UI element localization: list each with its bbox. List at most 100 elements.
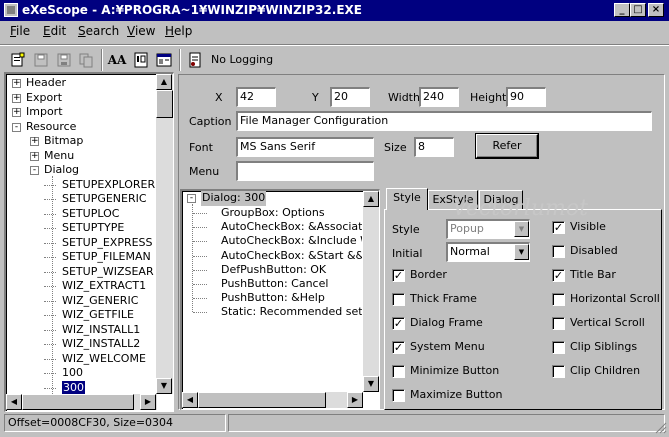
checkbox[interactable] [552, 293, 565, 306]
tree-scroll-right-button[interactable]: ▶ [140, 394, 156, 410]
controls-scroll-up-button[interactable]: ▲ [363, 191, 379, 207]
chevron-down-icon[interactable]: ▼ [514, 221, 529, 237]
tree-scroll-left-button[interactable]: ◀ [6, 394, 22, 410]
size-field[interactable]: 8 [414, 137, 454, 157]
menu-file[interactable]: File [10, 24, 30, 38]
checkbox-label[interactable]: Clip Children [570, 364, 640, 377]
checkbox[interactable] [552, 365, 565, 378]
resize-grip-icon[interactable] [655, 422, 667, 434]
title-bar[interactable]: eXeScope - A:¥PROGRA~1¥WINZIP¥WINZIP32.E… [0, 0, 669, 21]
control-item[interactable]: DefPushButton: OK [221, 263, 326, 278]
tree-item[interactable]: WIZ_GETFILE [62, 308, 134, 323]
menu-search[interactable]: Search [78, 24, 119, 38]
close-button[interactable]: × [648, 3, 664, 17]
checkbox[interactable] [392, 365, 405, 378]
checkbox-label[interactable]: Visible [570, 220, 606, 233]
controls-scroll-left-button[interactable]: ◀ [182, 392, 198, 408]
tree-item[interactable]: WIZ_INSTALL2 [62, 337, 140, 352]
checkbox-label[interactable]: Disabled [570, 244, 618, 257]
checkbox[interactable]: ✓ [392, 269, 405, 282]
control-item[interactable]: PushButton: Cancel [221, 277, 328, 292]
checkbox[interactable]: ✓ [552, 221, 565, 234]
tree-item[interactable]: SETUPGENERIC [62, 192, 147, 207]
tree-item[interactable]: WIZ_GENERIC [62, 294, 138, 309]
tree-item[interactable]: Dialog [44, 163, 79, 178]
tree-scroll-down-button[interactable]: ▼ [156, 378, 172, 394]
tree-expander[interactable]: + [30, 137, 39, 146]
tree-item[interactable]: WIZ_INSTALL1 [62, 323, 140, 338]
control-item[interactable]: PushButton: &Help [221, 291, 325, 306]
tree-item[interactable]: WIZ_EXTRACT1 [62, 279, 146, 294]
tree-expander[interactable]: + [12, 79, 21, 88]
tree-item[interactable]: 300 [62, 380, 85, 394]
tree-item[interactable]: SETUPLOC [62, 207, 119, 222]
x-field[interactable]: 42 [236, 87, 276, 107]
tree-item[interactable]: SETUP_EXPRESS [62, 236, 153, 251]
controls-vertical-scrollbar[interactable] [363, 191, 379, 392]
menu-help[interactable]: Help [165, 24, 192, 38]
menu-field[interactable] [236, 161, 374, 181]
tree-scroll-up-button[interactable]: ▲ [156, 74, 172, 90]
checkbox[interactable] [392, 389, 405, 402]
resource-view-icon[interactable] [154, 50, 174, 70]
checkbox[interactable]: ✓ [392, 341, 405, 354]
tree-expander[interactable]: - [12, 122, 21, 132]
controls-hscroll-thumb[interactable] [198, 392, 326, 408]
style-select[interactable]: Popup ▼ [446, 219, 530, 239]
app-icon[interactable] [4, 3, 18, 17]
checkbox-label[interactable]: Minimize Button [410, 364, 499, 377]
control-item[interactable]: AutoCheckBox: &Include WinZi [221, 234, 362, 249]
open-icon[interactable] [8, 50, 28, 70]
checkbox-label[interactable]: Border [410, 268, 447, 281]
save-as-icon[interactable] [54, 50, 74, 70]
checkbox-label[interactable]: Dialog Frame [410, 316, 483, 329]
copy-icon[interactable] [76, 50, 96, 70]
binary-view-icon[interactable] [131, 50, 151, 70]
tree-item[interactable]: Import [26, 105, 63, 120]
checkbox-label[interactable]: Clip Siblings [570, 340, 637, 353]
tree-expander[interactable]: - [30, 166, 39, 175]
control-item[interactable]: GroupBox: Options [221, 206, 325, 221]
tree-item[interactable]: SETUP_WIZSEAR [62, 265, 154, 280]
tree-expander[interactable]: + [12, 93, 21, 103]
tree-item[interactable]: SETUPEXPLORER [62, 178, 155, 193]
menu-view[interactable]: View [127, 24, 155, 38]
controls-root[interactable]: Dialog: 300 [201, 191, 267, 206]
checkbox[interactable] [552, 245, 565, 258]
tree-expander[interactable]: + [12, 108, 21, 117]
tree-hscroll-thumb[interactable] [22, 394, 134, 410]
y-field[interactable]: 20 [330, 87, 370, 107]
logging-icon[interactable] [185, 50, 205, 70]
height-field[interactable]: 90 [506, 87, 546, 107]
chevron-down-icon[interactable]: ▼ [514, 244, 529, 260]
refer-button[interactable]: Refer [476, 134, 538, 158]
checkbox-label[interactable]: Thick Frame [410, 292, 477, 305]
checkbox[interactable] [552, 317, 565, 330]
tree-item[interactable]: WIZ_WELCOME [62, 352, 146, 367]
checkbox[interactable] [552, 341, 565, 354]
checkbox-label[interactable]: Horizontal Scroll [570, 292, 660, 305]
save-icon[interactable] [31, 50, 51, 70]
font-field[interactable]: MS Sans Serif [236, 137, 374, 157]
minimize-button[interactable]: _ [614, 3, 630, 17]
checkbox[interactable]: ✓ [552, 269, 565, 282]
tree-item[interactable]: Header [26, 76, 66, 91]
tree-item[interactable]: SETUPTYPE [62, 221, 124, 236]
controls-scroll-down-button[interactable]: ▼ [363, 376, 379, 392]
control-item[interactable]: AutoCheckBox: &Associate Wi [221, 220, 362, 235]
tab-style[interactable]: Style [386, 188, 428, 210]
tree-scroll-thumb[interactable] [156, 90, 173, 118]
control-item[interactable]: AutoCheckBox: &Start && Stop [221, 249, 362, 264]
tree-item[interactable]: Export [26, 91, 62, 106]
tree-item[interactable]: Menu [44, 149, 74, 164]
tree-vertical-scrollbar[interactable] [156, 74, 173, 394]
control-item[interactable]: Static: Recommended setting f [221, 305, 362, 320]
caption-field[interactable]: File Manager Configuration [236, 111, 652, 131]
width-field[interactable]: 240 [419, 87, 459, 107]
tree-item[interactable]: Bitmap [44, 134, 83, 149]
checkbox[interactable]: ✓ [392, 317, 405, 330]
font-icon[interactable]: AA [107, 50, 127, 70]
tree-item[interactable]: Resource [26, 120, 76, 135]
tree-item[interactable]: 100 [62, 366, 83, 381]
tree-item[interactable]: SETUP_FILEMAN [62, 250, 151, 265]
